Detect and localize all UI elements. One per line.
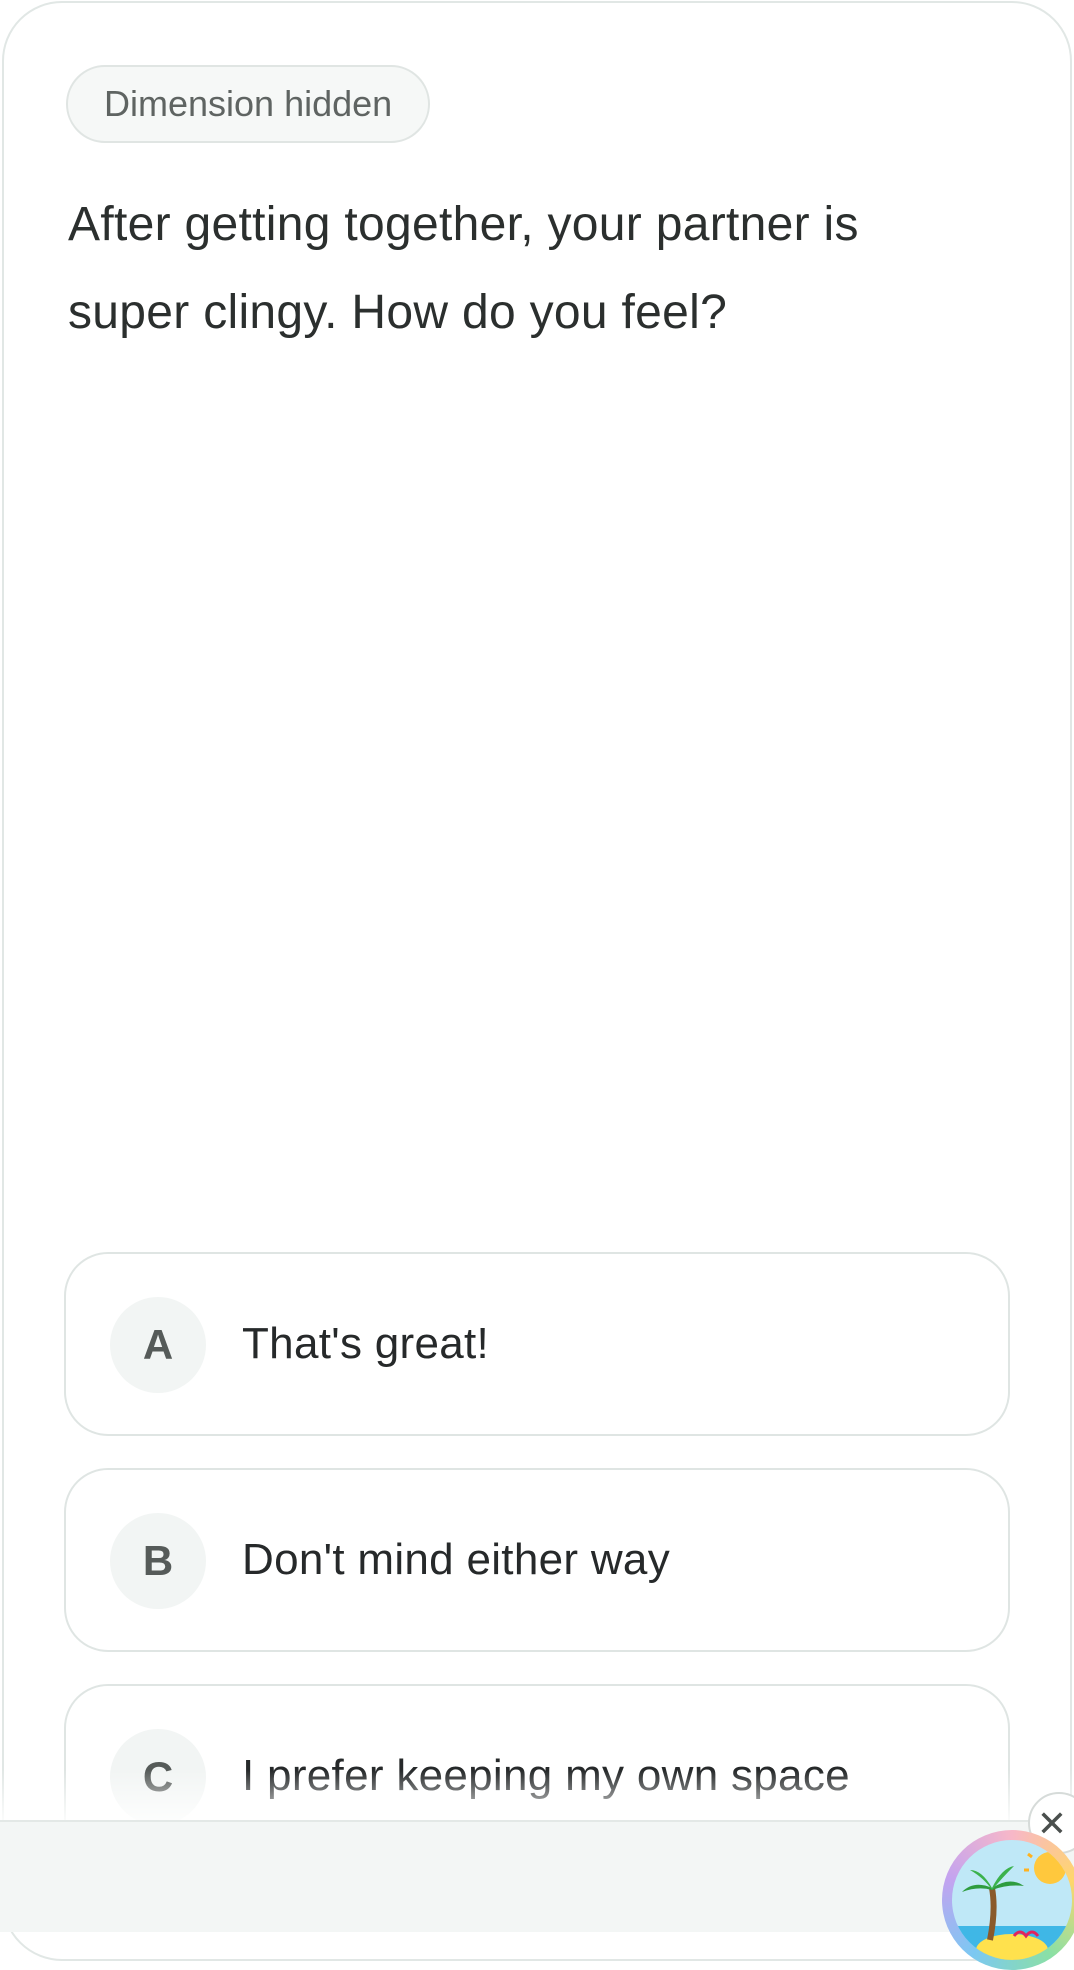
option-letter: A — [110, 1297, 206, 1393]
question-text: After getting together, your partner is … — [68, 198, 859, 339]
option-label: That's great! — [242, 1319, 490, 1368]
floating-badge-button[interactable] — [942, 1830, 1074, 1970]
option-label: Don't mind either way — [242, 1535, 670, 1584]
scroll-fade — [0, 1770, 1074, 1820]
option-a-button[interactable]: A That's great! — [64, 1252, 1010, 1436]
beach-island-icon — [952, 1840, 1072, 1960]
bottom-bar — [0, 1820, 1074, 1932]
question-card: Dimension hidden After getting together,… — [2, 1, 1072, 1961]
option-letter: B — [110, 1513, 206, 1609]
option-b-button[interactable]: B Don't mind either way — [64, 1468, 1010, 1652]
dimension-chip: Dimension hidden — [66, 65, 431, 143]
